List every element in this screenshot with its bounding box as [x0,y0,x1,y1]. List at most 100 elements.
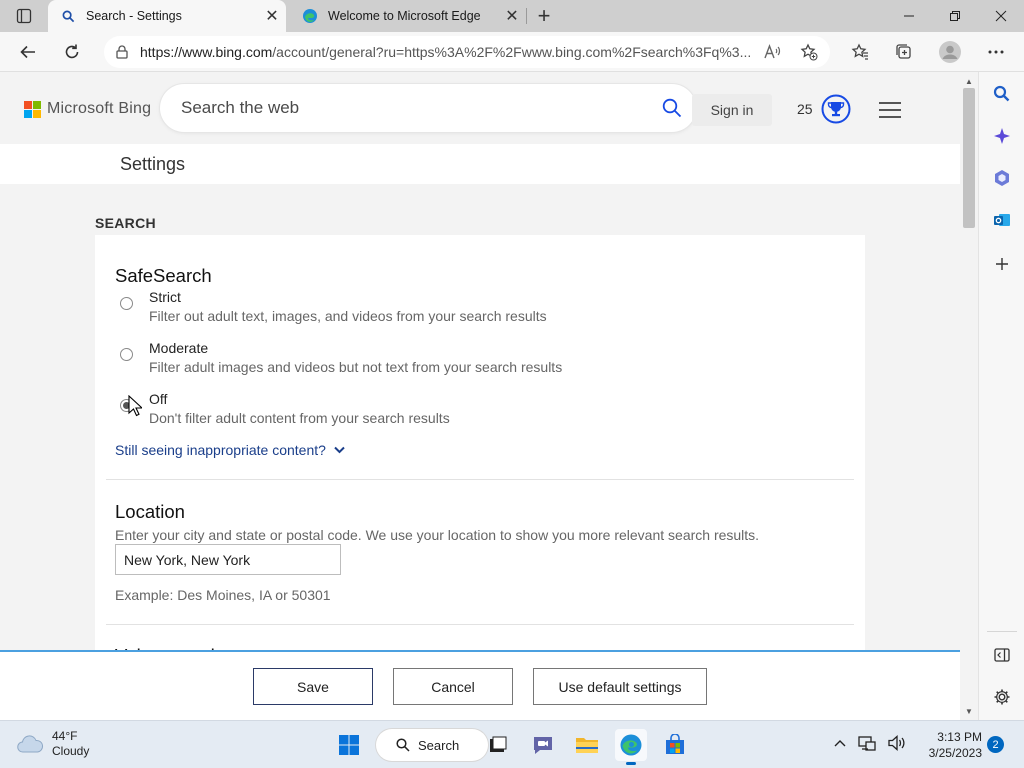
sparkle-icon [994,128,1010,144]
rewards-count: 25 [797,101,813,117]
tab-search-settings[interactable]: Search - Settings ✕ [48,0,286,32]
task-view-button[interactable] [482,729,514,761]
page-title: Settings [120,154,186,174]
safesearch-option-strict[interactable]: Strict Filter out adult text, images, an… [115,289,815,329]
page-scrollbar[interactable]: ▲ ▼ [960,72,978,720]
restore-icon [950,11,960,21]
bing-logo[interactable]: Microsoft Bing [24,100,151,118]
sidebar-search-button[interactable] [988,80,1016,108]
system-clock[interactable]: 3:13 PM 3/25/2023 [922,729,982,761]
tab-title: Welcome to Microsoft Edge [328,9,481,23]
back-arrow-icon [20,45,35,59]
refresh-button[interactable] [56,36,88,68]
radio-moderate[interactable] [120,348,133,361]
sidebar-outlook-button[interactable] [988,206,1016,234]
sidebar-add-button[interactable] [988,250,1016,278]
settings-header: Settings [0,144,960,184]
read-aloud-icon [764,44,781,59]
tab-close-icon[interactable]: ✕ [258,2,286,30]
favorites-icon [851,43,868,60]
browser-toolbar: https://www.bing.com/account/general?ru=… [0,32,1024,72]
option-label: Moderate [149,340,209,356]
panel-toggle-icon [994,648,1010,662]
search-favicon-icon [60,8,76,24]
scroll-up-icon[interactable]: ▲ [963,75,975,87]
sidebar-hide-button[interactable] [988,641,1016,669]
settings-action-bar: Save Cancel Use default settings [0,650,960,720]
search-button[interactable] [660,96,684,120]
logo-text: Microsoft Bing [47,100,152,117]
still-seeing-link[interactable]: Still seeing inappropriate content? [115,442,345,458]
minimize-icon [904,15,914,17]
close-window-button[interactable] [978,0,1024,32]
weather-widget[interactable]: 44°F Cloudy [16,729,89,759]
page-viewport: Microsoft Bing Sign in 25 Settings SEARC… [0,72,960,720]
chevron-up-icon[interactable] [834,739,846,747]
taskbar-search-label: Search [418,737,460,753]
settings-more-button[interactable] [980,36,1012,68]
mouse-cursor-icon [128,395,142,417]
tab-welcome-edge[interactable]: Welcome to Microsoft Edge ✕ [290,0,526,32]
lock-icon[interactable] [104,45,140,59]
edge-favicon-icon [302,8,318,24]
favorites-button[interactable] [844,36,876,68]
store-button[interactable] [659,729,691,761]
volume-icon[interactable] [888,735,906,751]
weather-condition: Cloudy [52,744,90,758]
tab-actions-button[interactable] [0,0,48,32]
hamburger-menu-icon[interactable] [876,96,904,124]
collections-button[interactable] [888,36,920,68]
plus-icon [996,258,1008,270]
restore-button[interactable] [932,0,978,32]
taskbar-search[interactable]: Search [376,729,488,761]
edge-taskbar-button[interactable] [615,729,647,765]
gear-icon [994,689,1010,705]
office-icon [995,170,1009,186]
chat-icon [534,737,552,754]
radio-strict[interactable] [120,297,133,310]
scroll-down-icon[interactable]: ▼ [963,705,975,717]
cancel-button[interactable]: Cancel [393,668,513,705]
sign-in-button[interactable]: Sign in [692,94,772,126]
star-add-icon [800,43,818,61]
back-button[interactable] [12,36,44,68]
option-label: Strict [149,289,181,305]
address-bar[interactable]: https://www.bing.com/account/general?ru=… [104,36,830,68]
safesearch-option-moderate[interactable]: Moderate Filter adult images and videos … [115,340,815,380]
notification-badge[interactable]: 2 [987,736,1004,753]
minimize-button[interactable] [886,0,932,32]
scroll-thumb[interactable] [963,88,975,228]
browser-tab-strip: Search - Settings ✕ Welcome to Microsoft… [0,0,1024,32]
store-icon [666,734,684,754]
search-input[interactable] [181,98,641,118]
location-heading: Location [115,501,185,522]
tab-separator [526,8,527,24]
microsoft-logo-icon [24,100,41,118]
profile-button[interactable] [934,36,966,68]
option-description: Filter adult images and videos but not t… [149,359,563,375]
network-icon[interactable] [858,735,876,751]
location-input[interactable] [115,544,341,575]
trophy-icon [821,94,851,124]
tab-actions-icon [16,8,32,24]
search-box [160,84,696,132]
rewards-button[interactable]: 25 [797,94,851,124]
sidebar-office-button[interactable] [988,164,1016,192]
option-description: Filter out adult text, images, and video… [149,308,547,324]
weather-temp: 44°F [52,729,78,743]
windows-taskbar: 44°F Cloudy Search 3:13 PM 3/25/2023 2 [0,720,1024,768]
location-description: Enter your city and state or postal code… [115,527,760,543]
tab-close-icon[interactable]: ✕ [498,2,526,30]
add-favorite-button[interactable] [793,36,825,68]
start-button[interactable] [333,729,365,761]
sidebar-copilot-button[interactable] [988,122,1016,150]
new-tab-button[interactable]: + [530,2,558,30]
clock-time: 3:13 PM [937,730,982,744]
use-default-settings-button[interactable]: Use default settings [533,668,707,705]
sidebar-settings-button[interactable] [988,683,1016,711]
teams-chat-button[interactable] [527,729,559,761]
save-button[interactable]: Save [253,668,373,705]
safesearch-option-off[interactable]: Off Don't filter adult content from your… [115,391,815,431]
file-explorer-button[interactable] [571,729,603,761]
read-aloud-button[interactable] [757,36,789,68]
